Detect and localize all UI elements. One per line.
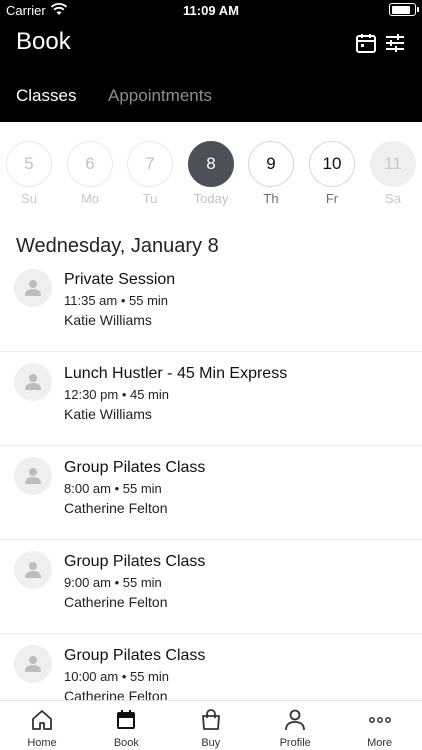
class-title: Lunch Hustler - 45 Min Express [64, 365, 288, 382]
class-time: 11:35 am • 55 min [64, 293, 169, 308]
day-number: 10 [309, 141, 355, 187]
day-6[interactable]: 6 Mo [67, 141, 113, 206]
tab-book[interactable]: Book [84, 701, 168, 750]
page-title: Book [16, 28, 71, 55]
person-icon [283, 708, 307, 732]
instructor-avatar-icon [14, 551, 52, 589]
day-11: 11 Sa [370, 141, 416, 206]
tab-appointments[interactable]: Appointments [108, 86, 212, 106]
tab-label: Home [27, 737, 57, 749]
day-label: Tu [142, 191, 158, 206]
tab-label: Book [113, 737, 139, 749]
class-time: 12:30 pm • 45 min [64, 387, 169, 402]
class-instructor: Katie Williams [64, 312, 152, 328]
shopping-bag-icon [199, 708, 223, 732]
day-label: Today [193, 191, 229, 206]
tab-home[interactable]: Home [0, 701, 84, 750]
bottom-tab-bar: Home Book Buy Profile More [0, 700, 422, 750]
calendar-icon[interactable] [355, 32, 377, 54]
class-title: Private Session [64, 271, 176, 288]
status-time: 11:09 AM [183, 3, 239, 18]
class-instructor: Catherine Felton [64, 500, 168, 516]
class-title: Group Pilates Class [64, 459, 206, 476]
class-instructor: Katie Williams [64, 406, 152, 422]
class-list: Private Session 11:35 am • 55 min Katie Wi… [0, 258, 422, 728]
instructor-avatar-icon [14, 269, 52, 307]
class-row[interactable]: Group Pilates Class 8:00 am • 55 min Cathe… [0, 446, 422, 540]
day-label: Fr [325, 191, 339, 206]
class-time: 8:00 am • 55 min [64, 481, 162, 496]
tab-label: More [367, 737, 393, 749]
instructor-avatar-icon [14, 363, 52, 401]
class-row[interactable]: Private Session 11:35 am • 55 min Katie Wi… [0, 258, 422, 352]
tab-label: Profile [279, 737, 311, 749]
more-dots-icon [368, 708, 392, 732]
class-row[interactable]: Lunch Hustler - 45 Min Express 12:30 pm •… [0, 352, 422, 446]
status-bar: Carrier 11:09 AM [0, 0, 422, 20]
instructor-avatar-icon [14, 645, 52, 683]
tab-label: Buy [201, 737, 221, 749]
class-time: 9:00 am • 55 min [64, 575, 162, 590]
battery-icon [389, 3, 419, 16]
day-number: 11 [370, 141, 416, 187]
instructor-avatar-icon [14, 457, 52, 495]
day-8[interactable]: 8 Today [188, 141, 234, 206]
day-label: Mo [80, 191, 100, 206]
day-10[interactable]: 10 Fr [309, 141, 355, 206]
class-title: Group Pilates Class [64, 647, 206, 664]
day-number: 7 [127, 141, 173, 187]
day-5[interactable]: 5 Su [6, 141, 52, 206]
week-day-selector: 5 Su 6 Mo 7 Tu 8 Today 9 Th 10 Fr 11 Sa [0, 141, 422, 209]
battery-level [391, 5, 411, 14]
home-icon [30, 708, 54, 732]
class-instructor: Catherine Felton [64, 594, 168, 610]
day-number: 6 [67, 141, 113, 187]
tab-profile[interactable]: Profile [253, 701, 337, 750]
tab-buy[interactable]: Buy [169, 701, 253, 750]
class-time: 10:00 am • 55 min [64, 669, 169, 684]
day-9[interactable]: 9 Th [248, 141, 294, 206]
class-row[interactable]: Group Pilates Class 9:00 am • 55 min Cathe… [0, 540, 422, 634]
tab-classes[interactable]: Classes [16, 86, 76, 106]
calendar-icon [114, 708, 138, 732]
tab-more[interactable]: More [338, 701, 422, 750]
day-number: 9 [248, 141, 294, 187]
day-label: Sa [385, 191, 401, 206]
date-heading: Wednesday, January 8 [16, 235, 219, 257]
day-7[interactable]: 7 Tu [127, 141, 173, 206]
class-title: Group Pilates Class [64, 553, 206, 570]
filter-sliders-icon[interactable] [384, 32, 406, 54]
day-label: Th [263, 191, 279, 206]
day-label: Su [21, 191, 37, 206]
top-bar: Carrier 11:09 AM Book Classes Appointmen… [0, 0, 422, 122]
day-number: 8 [188, 141, 234, 187]
day-number: 5 [6, 141, 52, 187]
